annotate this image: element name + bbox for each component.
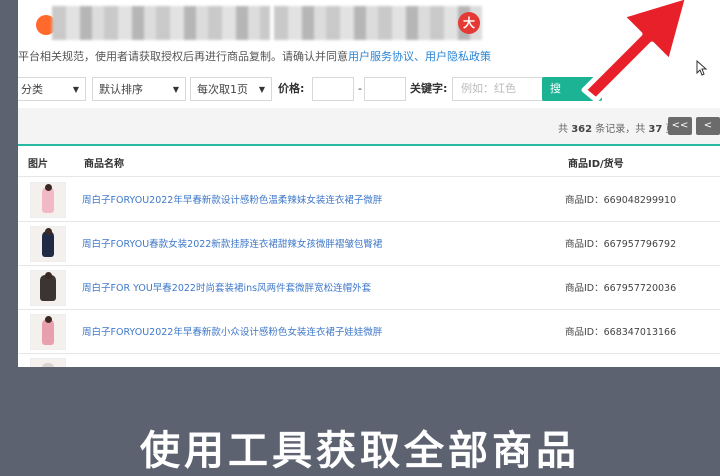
chevron-down-icon: ▼	[72, 85, 79, 94]
column-header-name: 商品名称	[84, 159, 124, 170]
product-figure-head	[45, 316, 52, 323]
price-max-input[interactable]	[364, 77, 406, 101]
page-count-select-value: 每次取1页	[197, 83, 248, 96]
pagination-info: 共 362 条记录，共 37 页	[558, 120, 676, 135]
authorization-notice: 平台相关规范，使用者请获取授权后再进行商品复制。请确认并同意用户服务协议、用户隐…	[18, 48, 491, 64]
column-header-id: 商品ID/货号	[568, 159, 624, 170]
price-range-separator: -	[358, 82, 362, 95]
table-row[interactable]: 周白子FORYOU春款女装2022新款挂脖连衣裙甜辣女孩微胖褶皱包臀裙 商品ID…	[18, 221, 720, 266]
store-badge-icon: 大	[458, 12, 480, 34]
table-row[interactable]: 周白子FOR YOU早春2022时尚套装裙ins风两件套微胖宽松连帽外套 商品I…	[18, 265, 720, 310]
product-figure-head	[45, 272, 52, 279]
record-count: 362	[571, 124, 593, 135]
page-count: 37	[648, 124, 663, 135]
caption-text: 使用工具获取全部商品	[140, 428, 580, 474]
notice-sep: 、	[414, 50, 425, 63]
product-figure-head	[45, 228, 52, 235]
product-thumbnail[interactable]	[30, 226, 66, 262]
sort-select[interactable]: 默认排序 ▼	[92, 77, 186, 101]
prev-page-button[interactable]: <	[696, 117, 720, 135]
product-thumbnail[interactable]	[30, 358, 66, 367]
category-select-value: 分类	[21, 83, 43, 96]
product-id: 商品ID：667957796792	[565, 239, 677, 250]
price-label: 价格:	[278, 82, 305, 95]
keyword-label: 关键字:	[410, 82, 448, 95]
blurred-store-name	[274, 6, 482, 40]
keyword-input[interactable]: 例如：红色	[452, 77, 556, 101]
table-row[interactable]	[18, 353, 720, 367]
product-id: 商品ID：668347013166	[565, 327, 677, 338]
chevron-down-icon: ▼	[258, 85, 265, 94]
product-thumbnail[interactable]	[30, 314, 66, 350]
privacy-policy-link[interactable]: 用户隐私政策	[425, 50, 491, 63]
notice-text: 平台相关规范，使用者请获取授权后再进行商品复制。请确认并同意	[18, 50, 348, 63]
product-figure-head	[45, 184, 52, 191]
table-header: 图片 商品名称 商品ID/货号	[18, 146, 720, 177]
product-id: 商品ID：667957720036	[565, 283, 677, 294]
blurred-store-name	[52, 6, 270, 40]
service-agreement-link[interactable]: 用户服务协议	[348, 50, 414, 63]
product-thumbnail[interactable]	[30, 270, 66, 306]
mouse-cursor-icon	[696, 60, 708, 76]
red-arrow-icon	[581, 0, 690, 103]
product-name-link[interactable]: 周白子FOR YOU早春2022时尚套装裙ins风两件套微胖宽松连帽外套	[82, 280, 371, 294]
page-count-select[interactable]: 每次取1页 ▼	[190, 77, 272, 101]
category-select[interactable]: 分类 ▼	[18, 77, 86, 101]
chevron-down-icon: ▼	[172, 85, 179, 94]
column-header-image: 图片	[28, 159, 48, 170]
pagination-text: 条记录，共	[592, 124, 649, 135]
pagination-text: 共	[558, 124, 572, 135]
product-thumbnail[interactable]	[30, 182, 66, 218]
table-row[interactable]: 周白子FORYOU2022年早春新款小众设计感粉色女装连衣裙子娃娃微胖 商品ID…	[18, 309, 720, 354]
sort-select-value: 默认排序	[99, 83, 143, 96]
product-name-link[interactable]: 周白子FORYOU春款女装2022新款挂脖连衣裙甜辣女孩微胖褶皱包臀裙	[82, 236, 382, 250]
app-panel: 大 平台相关规范，使用者请获取授权后再进行商品复制。请确认并同意用户服务协议、用…	[18, 0, 720, 367]
table-row[interactable]: 周白子FORYOU2022年早春新款设计感粉色温柔辣妹女装连衣裙子微胖 商品ID…	[18, 177, 720, 222]
product-name-link[interactable]: 周白子FORYOU2022年早春新款小众设计感粉色女装连衣裙子娃娃微胖	[82, 324, 382, 338]
product-figure	[42, 363, 54, 367]
price-min-input[interactable]	[312, 77, 354, 101]
product-name-link[interactable]: 周白子FORYOU2022年早春新款设计感粉色温柔辣妹女装连衣裙子微胖	[82, 192, 382, 206]
product-id: 商品ID：669048299910	[565, 195, 677, 206]
